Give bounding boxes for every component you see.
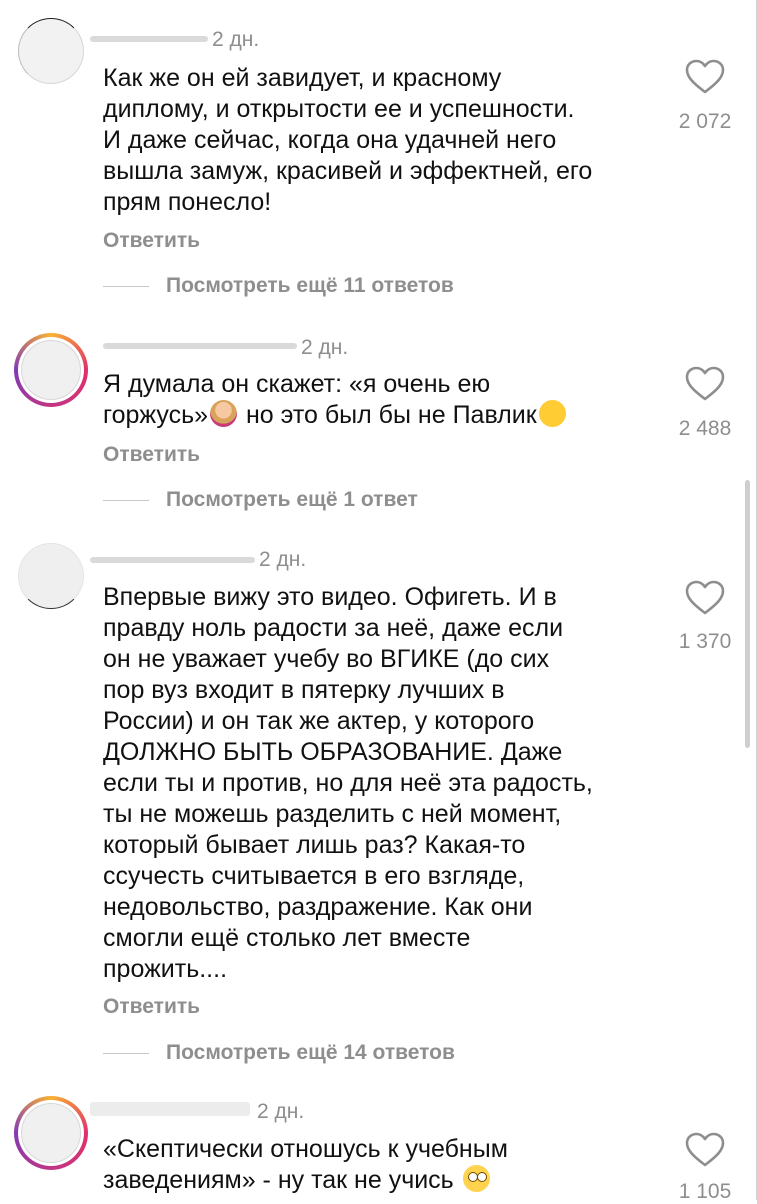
- avatar[interactable]: [18, 18, 84, 84]
- heart-outline-icon[interactable]: [685, 1132, 725, 1168]
- avatar[interactable]: [14, 333, 88, 407]
- comment-time: 2 дн.: [301, 336, 349, 359]
- like-count: 1 105: [678, 1180, 732, 1203]
- username-redacted: [103, 343, 297, 349]
- comment-text: Я думала он скажет: «я очень ею горжусь»…: [103, 369, 663, 431]
- avatar[interactable]: [14, 1096, 88, 1170]
- like-count: 1 370: [678, 630, 732, 653]
- comment-text-part: но это был бы не Павлик: [239, 401, 537, 429]
- comment-time: 2 дн.: [212, 28, 260, 51]
- avatar-image: [21, 340, 81, 400]
- comment-time: 2 дн.: [257, 1100, 305, 1123]
- woman-facepalming-emoji: [210, 400, 238, 427]
- view-replies-button[interactable]: Посмотреть ещё 14 ответов: [103, 1041, 455, 1065]
- reply-button[interactable]: Ответить: [103, 443, 200, 467]
- view-replies-button[interactable]: Посмотреть ещё 1 ответ: [103, 488, 418, 512]
- comment-text: Как же он ей завидует, и красному диплом…: [103, 64, 593, 216]
- like-count: 2 488: [678, 417, 732, 440]
- divider-line: [103, 499, 149, 501]
- avatar[interactable]: [18, 543, 84, 609]
- reply-button[interactable]: Ответить: [103, 229, 200, 253]
- scrollbar[interactable]: [745, 480, 750, 748]
- avatar-ring-gap: [18, 1100, 84, 1166]
- rolling-on-floor-laughing-emoji: [538, 400, 566, 427]
- avatar-ring-gap: [18, 337, 84, 403]
- divider-line: [103, 1052, 149, 1054]
- view-replies-label: Посмотреть ещё 1 ответ: [166, 488, 418, 511]
- comment-text-part: «Скептически отношусь к учебным заведени…: [103, 1135, 508, 1194]
- username-redacted: [90, 36, 208, 42]
- reply-button[interactable]: Ответить: [103, 995, 200, 1019]
- heart-outline-icon[interactable]: [685, 366, 725, 402]
- like-count: 2 072: [678, 110, 732, 133]
- divider-line: [103, 285, 149, 287]
- comment-text: «Скептически отношусь к учебным заведени…: [103, 1134, 663, 1196]
- comment-time: 2 дн.: [259, 548, 307, 571]
- view-replies-label: Посмотреть ещё 14 ответов: [166, 1041, 455, 1064]
- comments-screen: 2 дн. Как же он ей завидует, и красному …: [0, 0, 757, 1203]
- username-redacted: [90, 557, 255, 563]
- comment-text: Впервые вижу это видео. Офигеть. И в пра…: [103, 583, 593, 983]
- username-redacted: [90, 1102, 250, 1116]
- heart-outline-icon[interactable]: [685, 59, 725, 95]
- face-with-rolling-eyes-emoji: [462, 1165, 490, 1192]
- view-replies-label: Посмотреть ещё 11 ответов: [166, 274, 454, 297]
- avatar-image: [21, 1103, 81, 1163]
- heart-outline-icon[interactable]: [685, 580, 725, 616]
- view-replies-button[interactable]: Посмотреть ещё 11 ответов: [103, 274, 454, 298]
